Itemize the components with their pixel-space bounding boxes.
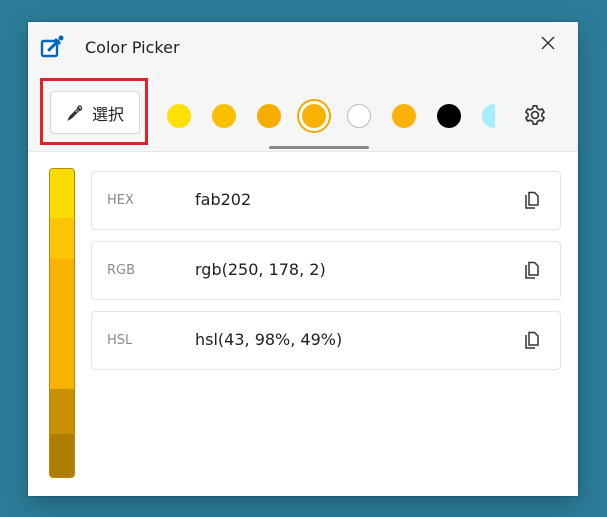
hsl-format-row: HSL hsl(43, 98%, 49%) [91, 311, 561, 370]
history-swatch-2[interactable] [212, 104, 236, 128]
rgb-label: RGB [107, 263, 136, 278]
hsl-value[interactable]: hsl(43, 98%, 49%) [195, 330, 342, 349]
eyedropper-icon [67, 104, 83, 121]
history-swatch-6[interactable] [392, 104, 416, 128]
rgb-format-row: RGB rgb(250, 178, 2) [91, 241, 561, 300]
hex-format-row: HEX fab202 [91, 171, 561, 230]
copy-icon[interactable] [523, 261, 541, 281]
history-swatch-8[interactable] [482, 104, 495, 128]
history-swatch-7[interactable] [437, 104, 461, 128]
history-scroll-indicator[interactable] [269, 146, 369, 149]
hsl-label: HSL [107, 333, 133, 348]
shade-bar [49, 168, 75, 478]
close-icon [541, 36, 555, 50]
history-swatch-4-selected[interactable] [302, 104, 326, 128]
select-color-button[interactable]: 選択 [50, 91, 140, 134]
close-button[interactable] [533, 28, 563, 58]
window-title: Color Picker [85, 38, 180, 57]
history-swatch-8-clip [480, 102, 495, 130]
color-picker-app-icon [40, 35, 64, 58]
select-button-label: 選択 [91, 104, 124, 124]
shade-swatch-1[interactable] [50, 169, 74, 218]
shade-swatch-3-current[interactable] [50, 259, 74, 389]
rgb-value[interactable]: rgb(250, 178, 2) [195, 260, 326, 279]
history-swatch-1[interactable] [167, 104, 191, 128]
history-swatch-3[interactable] [257, 104, 281, 128]
hex-label: HEX [107, 193, 134, 208]
copy-icon[interactable] [523, 331, 541, 351]
settings-gear-icon[interactable] [522, 102, 548, 128]
color-picker-window: Color Picker 選択 HEX fab202 RGB rgb(250, … [28, 22, 578, 496]
shade-swatch-4[interactable] [50, 389, 74, 434]
copy-icon[interactable] [523, 191, 541, 211]
shade-swatch-5[interactable] [50, 434, 74, 477]
shade-swatch-2[interactable] [50, 218, 74, 259]
hex-value[interactable]: fab202 [195, 190, 251, 209]
history-swatch-5[interactable] [347, 104, 371, 128]
